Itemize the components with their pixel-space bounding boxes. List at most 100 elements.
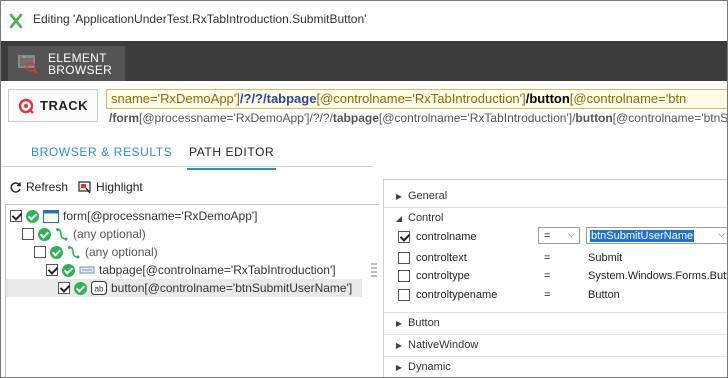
highlight-label: Highlight — [96, 180, 143, 194]
valid-check-icon — [62, 263, 75, 277]
tree-row[interactable]: (any optional) — [34, 243, 158, 261]
ribbon: ELEMENT BROWSER — [1, 41, 727, 81]
section-label: Dynamic — [408, 361, 451, 373]
svg-text:ab: ab — [95, 285, 104, 294]
tree-checkbox[interactable] — [34, 246, 46, 258]
property-checkbox[interactable] — [398, 269, 410, 282]
chevron-down-icon: ⌵ — [568, 229, 575, 239]
valid-check-icon — [26, 209, 39, 223]
optional-node-icon — [56, 228, 68, 241]
tree-label: button[@controlname='btnSubmitUserName'] — [111, 281, 353, 295]
property-value: System.Windows.Forms.Butt — [588, 269, 728, 282]
property-name: controltext — [416, 251, 467, 264]
property-checkbox[interactable] — [398, 230, 410, 243]
tree-checkbox[interactable] — [10, 210, 22, 222]
collapsed-arrow-icon: ▶ — [395, 318, 403, 328]
collapsed-arrow-icon: ▶ — [395, 191, 403, 201]
property-checkbox[interactable] — [398, 251, 410, 264]
section-label: Button — [408, 317, 440, 329]
tree-checkbox[interactable] — [58, 282, 70, 294]
form-icon — [43, 209, 59, 223]
property-row: controltype = System.Windows.Forms.Butt — [384, 266, 728, 285]
tree-label: tabpage[@controlname='RxTabIntroduction'… — [99, 263, 336, 277]
path-sub-part: [@controlname='btnSubmitU — [612, 111, 728, 125]
tree-row[interactable]: form[@processname='RxDemoApp'] — [10, 207, 258, 225]
path-segment: tabpage — [266, 91, 317, 106]
property-name: controltypename — [416, 288, 498, 301]
tree-row[interactable]: tabpage[@controlname='RxTabIntroduction'… — [46, 261, 336, 279]
left-tabs: BROWSER & RESULTS PATH EDITOR — [1, 131, 373, 170]
path-segment: [@controlname='RxTabIntroduction'] — [316, 91, 526, 106]
valid-check-icon — [38, 227, 51, 241]
property-operator: = — [544, 269, 551, 282]
path-toolbar: Refresh Highlight — [1, 175, 373, 199]
track-row: TRACK sname='RxDemoApp']/?/?/tabpage[@co… — [1, 81, 728, 131]
rxpath-input[interactable]: sname='RxDemoApp']/?/?/tabpage[@controln… — [106, 89, 727, 109]
tree-label: (any optional) — [73, 227, 146, 241]
section-label: Control — [408, 212, 444, 224]
tree-label: form[@processname='RxDemoApp'] — [63, 209, 258, 223]
valid-check-icon — [50, 245, 63, 259]
highlight-button[interactable]: Highlight — [78, 180, 143, 194]
tree-checkbox[interactable] — [22, 228, 34, 240]
rxpath-absolute: /form[@processname='RxDemoApp']/?/?/tabp… — [109, 111, 728, 127]
section-button[interactable]: ▶ Button — [384, 313, 727, 333]
path-sub-part: [@processname='RxDemoApp']/?/?/ — [139, 111, 333, 125]
element-browser-label-line2: BROWSER — [48, 62, 113, 77]
properties-panel: ▶ General ◢ Control controlname = ⌵ btnS… — [383, 179, 728, 377]
path-segment: /button — [525, 91, 570, 106]
property-row: controlname = ⌵ btnSubmitUserName ⌵ — [384, 227, 727, 246]
property-operator: = — [544, 288, 551, 301]
element-browser-label-line1: ELEMENT — [48, 50, 107, 65]
tab-path-editor[interactable]: PATH EDITOR — [186, 145, 277, 170]
tree-checkbox[interactable] — [46, 264, 58, 276]
property-name: controlname — [416, 230, 477, 243]
editor-window: Editing 'ApplicationUnderTest.RxTabIntro… — [0, 0, 728, 378]
tree-row[interactable]: (any optional) — [22, 225, 146, 243]
value-text: btnSubmitUserName — [590, 229, 695, 242]
panel-splitter[interactable] — [371, 263, 377, 277]
app-logo-icon — [5, 10, 27, 32]
window-title: Editing 'ApplicationUnderTest.RxTabIntro… — [33, 12, 367, 26]
optional-node-icon — [68, 246, 80, 259]
refresh-button[interactable]: Refresh — [9, 180, 68, 194]
element-browser-button[interactable]: ELEMENT BROWSER — [8, 46, 125, 81]
property-value: Button — [588, 288, 620, 301]
element-browser-icon — [18, 54, 38, 74]
section-native-window[interactable]: ▶ NativeWindow — [384, 335, 727, 355]
path-tree: form[@processname='RxDemoApp'] (any opti… — [5, 204, 379, 377]
button-element-icon: ab — [91, 281, 107, 295]
property-value: Submit — [588, 251, 623, 264]
chevron-down-icon: ⌵ — [718, 229, 725, 239]
track-target-icon — [18, 98, 34, 114]
path-sub-part: /form — [109, 111, 139, 125]
refresh-icon — [10, 181, 21, 193]
highlight-icon — [78, 180, 91, 193]
section-control[interactable]: ◢ Control — [384, 208, 727, 228]
property-row: controltypename = Button — [384, 285, 727, 304]
tabpage-icon — [79, 266, 95, 274]
section-dynamic[interactable]: ▶ Dynamic — [384, 357, 727, 377]
property-name: controltype — [416, 269, 470, 282]
tree-label: (any optional) — [85, 245, 158, 259]
valid-check-icon — [74, 281, 87, 295]
collapsed-arrow-icon: ▶ — [395, 362, 403, 372]
tree-row-selected[interactable]: ab button[@controlname='btnSubmitUserNam… — [6, 279, 362, 297]
operator-select[interactable]: = ⌵ — [538, 227, 580, 244]
section-general[interactable]: ▶ General — [384, 186, 727, 206]
path-segment: /?/?/ — [239, 91, 267, 106]
path-sub-part: tabpage — [332, 111, 379, 125]
value-select[interactable]: btnSubmitUserName ⌵ — [586, 227, 727, 244]
track-label: TRACK — [40, 98, 88, 113]
title-bar: Editing 'ApplicationUnderTest.RxTabIntro… — [1, 1, 727, 41]
property-checkbox[interactable] — [398, 288, 410, 301]
property-operator: = — [544, 251, 551, 264]
path-sub-part: button — [575, 111, 613, 125]
section-label: General — [408, 190, 448, 202]
path-segment: sname='RxDemoApp'] — [111, 91, 240, 106]
collapsed-arrow-icon: ▶ — [395, 340, 403, 350]
path-segment: [@controlname='btn — [569, 91, 687, 106]
track-button[interactable]: TRACK — [8, 89, 98, 122]
path-sub-part: [@controlname='RxTabIntroduction']/ — [378, 111, 576, 125]
tab-browser-results[interactable]: BROWSER & RESULTS — [31, 145, 172, 159]
